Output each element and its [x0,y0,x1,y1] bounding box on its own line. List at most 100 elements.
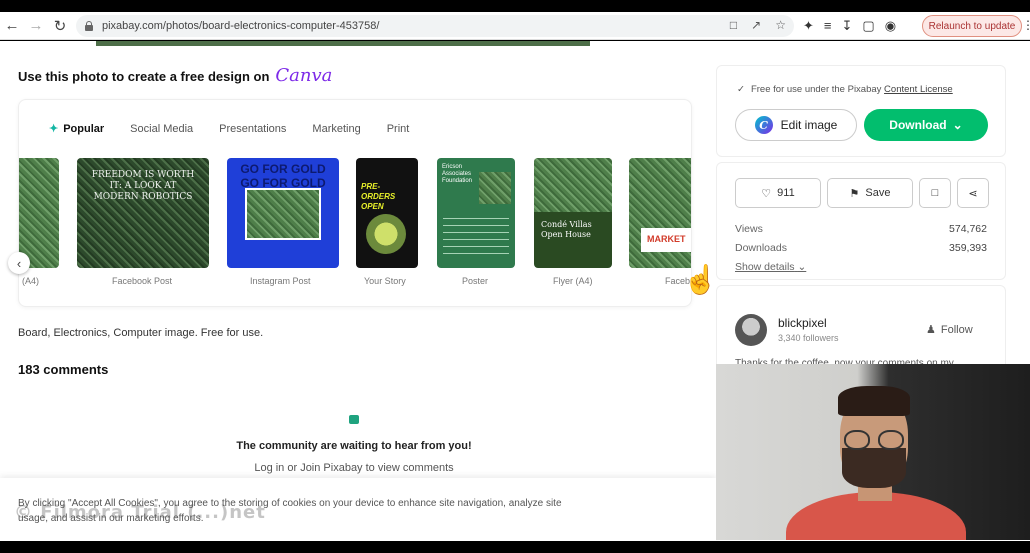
screen-bottom-border [0,541,1030,553]
canva-badge-icon: C [754,116,773,134]
follow-button[interactable]: ♟ Follow [926,323,973,337]
template-label: Facebook Post [112,276,173,286]
template-tabs: ✦ Popular Social Media Presentations Mar… [49,122,410,136]
webcam-glasses-left [844,430,870,450]
template-instagram-post[interactable]: GO FOR GOLD GO FOR GOLD [227,158,339,268]
template-facebook-post[interactable]: FREEDOM IS WORTH IT: A LOOK AT MODERN RO… [77,158,209,268]
comments-login-link[interactable]: Log in or Join Pixabay to view comments [0,462,708,474]
content-license-link[interactable]: Content License [884,84,953,95]
photo-bottom-edge [96,41,590,46]
template-flyer[interactable]: Condé Villas Open House [534,158,612,268]
share-page-icon[interactable]: ↗ [751,18,761,32]
template-a4-partial[interactable] [19,158,59,268]
profile-icon[interactable]: ◉ [885,18,896,34]
template-poster-photo [479,172,511,204]
template-facebook-partial[interactable]: MARKET [629,158,691,268]
template-label: Your Story [364,276,406,286]
author-name[interactable]: blickpixel [778,316,827,330]
address-bar[interactable]: pixabay.com/photos/board-electronics-com… [76,15,794,37]
check-icon: ✓ [737,84,745,95]
share-button[interactable]: ⋖ [957,178,989,208]
canva-heading-text: Use this photo to create a free design o… [18,69,270,84]
edit-image-label: Edit image [780,118,838,132]
author-panel: blickpixel 3,340 followers ♟ Follow Than… [716,285,1006,375]
template-poster[interactable]: Ericson Associates Foundation [437,158,515,268]
sparkle-icon: ✦ [49,123,59,135]
relaunch-button[interactable]: Relaunch to update [922,15,1022,37]
tab-print[interactable]: Print [387,122,410,135]
add-user-icon: ♟ [926,324,936,336]
tab-social-media[interactable]: Social Media [130,122,193,135]
show-details-link[interactable]: Show details ⌄ [735,261,806,273]
webcam-hair [838,386,910,416]
comment-button[interactable]: □ [919,178,951,208]
browser-menu-icon[interactable]: ⋮ [1022,18,1030,32]
stats-panel: ♡ 911 ⚑ Save □ ⋖ Views 574,762 Downloads… [716,162,1006,280]
tab-popular[interactable]: ✦ Popular [49,122,104,136]
cookie-banner: By clicking "Accept All Cookies", you ag… [0,478,716,541]
license-text: Free for use under the Pixabay [750,84,882,95]
url-text: pixabay.com/photos/board-electronics-com… [102,20,380,32]
webcam-overlay [716,364,1030,540]
tab-presentations[interactable]: Presentations [219,122,286,135]
stat-downloads: Downloads 359,393 [735,242,987,254]
chevron-down-icon: ⌄ [797,261,807,273]
side-panel-icon[interactable]: ▢ [862,18,874,34]
save-label: Save [865,187,891,199]
canva-logo[interactable]: Canva [275,65,332,86]
follow-label: Follow [940,323,973,336]
reading-list-icon[interactable]: ≡ [824,18,832,34]
extensions-puzzle-icon[interactable]: ✦ [803,18,814,34]
like-count: 911 [777,187,795,199]
chevron-down-icon: ⌄ [952,118,963,132]
browser-toolbar: ← → ↻ pixabay.com/photos/board-electroni… [0,12,1030,40]
template-label: (A4) [22,276,40,286]
like-button[interactable]: ♡ 911 [735,178,821,208]
template-story-text: PRE-ORDERS OPEN [361,182,396,211]
back-arrow-icon[interactable]: ← [0,14,24,38]
stat-label: Downloads [735,242,787,254]
reload-icon[interactable]: ↻ [48,14,72,38]
webcam-beard [842,448,906,488]
comments-title: 183 comments [18,362,109,377]
template-poster-lines [443,218,509,258]
canva-design-carousel: ✦ Popular Social Media Presentations Mar… [18,99,692,307]
screen-top-border [0,0,1030,12]
template-facebook-text: FREEDOM IS WORTH IT: A LOOK AT MODERN RO… [91,170,195,202]
bookmark-star-icon[interactable]: ☆ [775,18,786,32]
avatar[interactable] [735,314,767,346]
forward-arrow-icon[interactable]: → [24,14,48,38]
stat-views: Views 574,762 [735,223,987,235]
template-label: Poster [462,276,489,286]
license-line: ✓ Free for use under the Pixabay Content … [737,84,953,95]
template-your-story[interactable]: PRE-ORDERS OPEN [356,158,418,268]
template-list: (A4) FREEDOM IS WORTH IT: A LOOK AT MODE… [19,158,691,290]
filmora-watermark: © Filmora Trial (...)net [14,502,266,523]
download-button[interactable]: Download ⌄ [864,109,988,141]
comment-icon: □ [931,187,939,199]
hand-cursor-icon: ☝ [683,264,718,295]
template-market-text: MARKET [641,228,691,252]
author-followers: 3,340 followers [778,333,839,343]
tab-marketing[interactable]: Marketing [312,122,360,135]
download-icon[interactable]: ↧ [842,18,853,34]
photo-caption: Board, Electronics, Computer image. Free… [18,327,264,339]
template-instagram-text: GO FOR GOLD GO FOR GOLD [240,162,326,190]
edit-image-button[interactable]: C Edit image [735,109,857,141]
chat-bubble-icon [349,415,359,424]
template-label: Flyer (A4) [553,276,593,286]
stat-label: Views [735,223,763,235]
canva-heading: Use this photo to create a free design o… [18,65,332,86]
stat-value: 359,393 [949,242,987,254]
save-button[interactable]: ⚑ Save [827,178,913,208]
carousel-prev-arrow-icon[interactable]: ‹ [8,252,30,274]
show-details-label: Show details [735,261,795,273]
template-poster-text: Ericson Associates Foundation [442,164,473,184]
install-app-icon[interactable]: □ [730,18,737,32]
download-label: Download [889,118,947,132]
bookmark-icon: ⚑ [849,187,860,200]
comments-empty-message: The community are waiting to hear from y… [236,440,472,452]
share-icon: ⋖ [968,187,978,200]
download-panel: ✓ Free for use under the Pixabay Content … [716,65,1006,157]
template-instagram-photo [245,188,321,240]
